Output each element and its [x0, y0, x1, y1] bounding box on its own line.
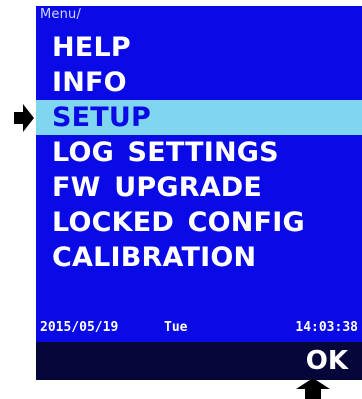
status-date: 2015/05/19 — [40, 320, 119, 335]
menu-item-help[interactable]: HELP — [36, 30, 362, 65]
device-screen: Menu/ HELP INFO SETUP LOG SETTINGS FW UP… — [36, 6, 362, 380]
right-arrow-icon — [14, 104, 34, 132]
ok-softkey[interactable]: OK — [306, 344, 348, 378]
main-menu: HELP INFO SETUP LOG SETTINGS FW UPGRADE … — [36, 30, 362, 275]
menu-item-calibration[interactable]: CALIBRATION — [36, 240, 362, 275]
up-arrow-icon — [296, 378, 330, 399]
status-time: 14:03:38 — [295, 320, 358, 335]
menu-item-setup[interactable]: SETUP — [36, 100, 362, 135]
menu-item-log-settings[interactable]: LOG SETTINGS — [36, 135, 362, 170]
menu-item-fw-upgrade[interactable]: FW UPGRADE — [36, 170, 362, 205]
menu-item-info[interactable]: INFO — [36, 65, 362, 100]
breadcrumb: Menu/ — [40, 7, 82, 22]
status-bar: 2015/05/19 Tue 14:03:38 — [36, 320, 362, 336]
status-day: Tue — [164, 320, 188, 335]
menu-item-locked-config[interactable]: LOCKED CONFIG — [36, 205, 362, 240]
softkey-bar: OK — [36, 342, 362, 380]
